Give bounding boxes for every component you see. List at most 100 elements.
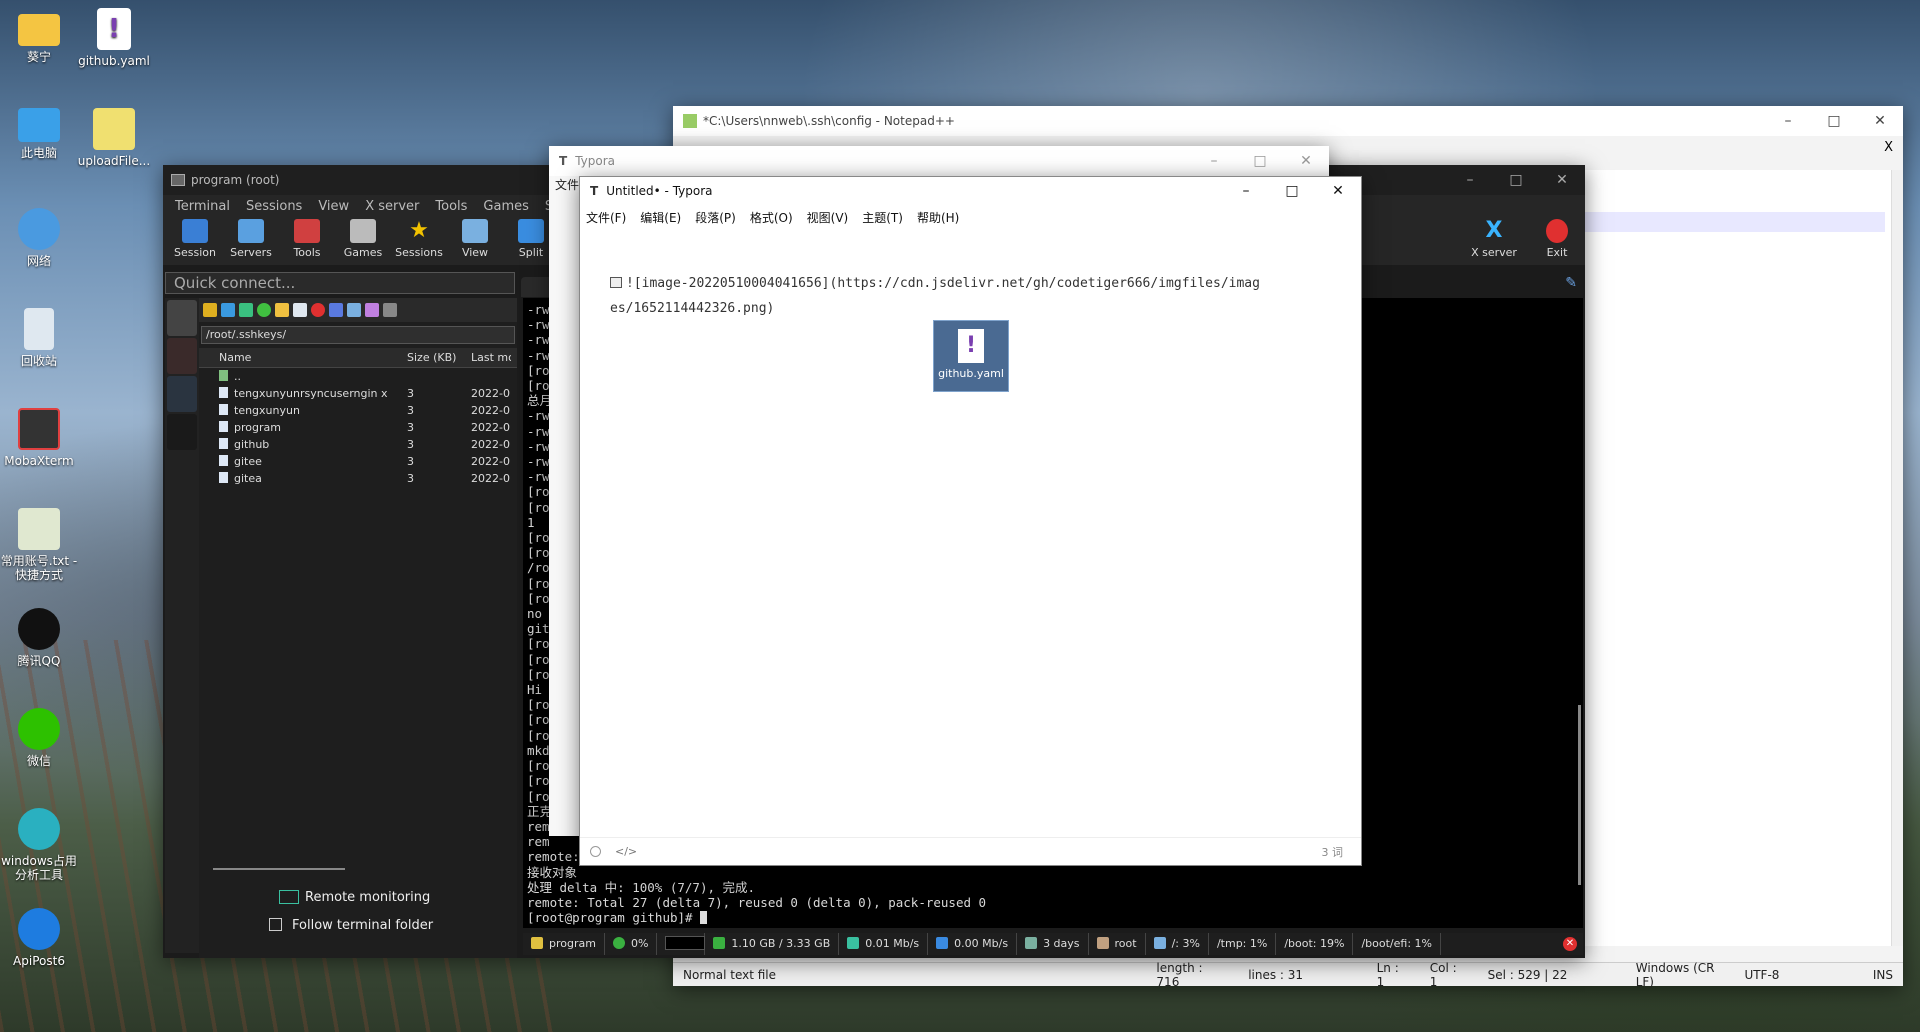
star-icon: ★ [409,218,429,243]
sftp-permissions-icon[interactable] [347,303,361,317]
menu-theme[interactable]: 主题(T) [862,209,903,226]
maximize-icon[interactable]: □ [1269,183,1315,199]
menu-games[interactable]: Games [475,199,536,214]
close-icon[interactable]: ✕ [1315,183,1361,199]
table-row[interactable]: github 3 2022-0 [199,436,517,453]
close-icon[interactable]: ✕ [1539,172,1585,188]
sftp-tools-icon[interactable] [365,303,379,317]
toolbar-session-button[interactable]: Session [167,217,223,265]
typora-back-titlebar: T Typora – □ ✕ [549,146,1329,176]
menu-view[interactable]: View [310,199,357,214]
outline-toggle-icon[interactable] [590,846,601,857]
sidebar-macros-icon[interactable] [167,376,197,412]
source-code-icon[interactable]: </> [615,845,637,858]
desktop-icon-windows-tool[interactable]: windows占用分析工具 [0,808,78,882]
sftp-delete-icon[interactable] [311,303,325,317]
sftp-up-folder-icon[interactable] [203,303,217,317]
maximize-icon[interactable]: □ [1237,153,1283,169]
sftp-terminal-icon[interactable] [383,303,397,317]
file-icon [219,455,228,466]
desktop-icon-upload-file[interactable]: uploadFile... [75,108,153,168]
menu-tools[interactable]: Tools [427,199,475,214]
menu-edit[interactable]: 编辑(E) [640,209,681,226]
attach-icon[interactable]: ✎ [1565,275,1577,291]
toolbar-xserver-button[interactable]: XX server [1459,217,1529,265]
memory-icon [713,937,726,949]
close-icon[interactable]: ✕ [1857,113,1903,129]
minimize-icon[interactable]: – [1223,183,1269,199]
split-icon [518,219,544,243]
sftp-new-file-icon[interactable] [293,303,307,317]
col-date[interactable]: Last mo [471,348,511,367]
npp-doc-close-button[interactable]: X [1884,140,1893,155]
col-name[interactable]: Name [199,348,399,367]
menu-sessions[interactable]: Sessions [238,199,310,214]
menu-paragraph[interactable]: 段落(P) [695,209,736,226]
npp-scrollbar[interactable] [1891,170,1903,946]
desktop-icon-text-shortcut[interactable]: 常用账号.txt - 快捷方式 [0,508,78,582]
toolbar-games-button[interactable]: Games [335,217,391,265]
quick-connect-input[interactable]: Quick connect... [165,272,515,294]
maximize-icon[interactable]: □ [1811,113,1857,129]
menu-view[interactable]: 视图(V) [807,209,849,226]
dragged-file-icon[interactable]: ! github.yaml [933,320,1009,392]
toolbar-servers-button[interactable]: Servers [223,217,279,265]
table-row[interactable]: program 3 2022-0 [199,419,517,436]
npp-window-controls: – □ ✕ [1765,113,1903,129]
sidebar-tools-icon[interactable] [167,338,197,374]
minimize-icon[interactable]: – [1447,172,1493,188]
close-icon[interactable]: ✕ [1283,153,1329,169]
desktop-icon-this-pc[interactable]: 此电脑 [0,108,78,160]
toolbar-sessions-button[interactable]: ★ Sessions [391,217,447,265]
toolbar-view-button[interactable]: View [447,217,503,265]
table-row[interactable]: gitea 3 2022-0 [199,470,517,487]
sftp-refresh-icon[interactable] [257,303,271,317]
col-size[interactable]: Size (KB) [399,348,471,367]
table-row[interactable]: tengxunyunrsyncuserngin x 3 2022-0 [199,385,517,402]
sftp-download-icon[interactable] [221,303,235,317]
npp-status-eol: Windows (CR LF) [1635,960,1715,989]
sftp-new-folder-icon[interactable] [275,303,289,317]
toolbar-tools-button[interactable]: Tools [279,217,335,265]
desktop-icon-apipost[interactable]: ApiPost6 [0,908,78,968]
desktop-icon-qq[interactable]: 腾讯QQ [0,608,78,668]
typora-editor[interactable]: ![image-20220510004041656](https://cdn.j… [610,271,1350,321]
follow-terminal-folder-checkbox[interactable]: Follow terminal folder [269,918,433,933]
typora-app-icon: T [590,184,599,198]
desktop-icon-folder[interactable]: 葵宁 [0,8,78,64]
image-icon [610,277,622,288]
servers-icon [238,219,264,243]
word-count[interactable]: 3 词 [1322,844,1344,860]
menu-terminal[interactable]: Terminal [167,199,238,214]
file-icon [219,421,228,432]
npp-titlebar: *C:\Users\nnweb\.ssh\config - Notepad++ … [673,106,1903,136]
sidebar-sessions-star-icon[interactable] [167,300,197,336]
sftp-upload-icon[interactable] [239,303,253,317]
desktop-icon-github-yaml[interactable]: ! github.yaml [75,8,153,68]
terminal-scrollbar[interactable] [1578,705,1581,885]
table-row[interactable]: gitee 3 2022-0 [199,453,517,470]
desktop-icon-mobaxterm[interactable]: MobaXterm [0,408,78,468]
menu-file[interactable]: 文件(F) [586,209,626,226]
menu-help[interactable]: 帮助(H) [917,209,959,226]
typora-back-title: Typora [575,154,615,168]
status-disk-tmp: /tmp: 1% [1209,933,1277,955]
desktop-icon-recycle-bin[interactable]: 回收站 [0,308,78,368]
sidebar-sftp-icon[interactable] [167,414,197,450]
games-icon [350,219,376,243]
maximize-icon[interactable]: □ [1493,172,1539,188]
minimize-icon[interactable]: – [1191,153,1237,169]
close-session-icon[interactable]: ✕ [1563,937,1577,951]
menu-xserver[interactable]: X server [357,199,427,214]
sftp-path-field[interactable]: /root/.sshkeys/ [201,326,515,344]
table-row[interactable]: tengxunyun 3 2022-0 [199,402,517,419]
sftp-rename-icon[interactable] [329,303,343,317]
desktop-icon-wechat[interactable]: 微信 [0,708,78,768]
minimize-icon[interactable]: – [1765,113,1811,129]
table-row[interactable]: .. [199,368,517,385]
remote-monitoring-toggle[interactable]: Remote monitoring [279,890,430,905]
text-shortcut-icon [18,508,60,550]
toolbar-exit-button[interactable]: Exit [1529,217,1585,265]
desktop-icon-network[interactable]: 网络 [0,208,78,268]
menu-format[interactable]: 格式(O) [750,209,793,226]
